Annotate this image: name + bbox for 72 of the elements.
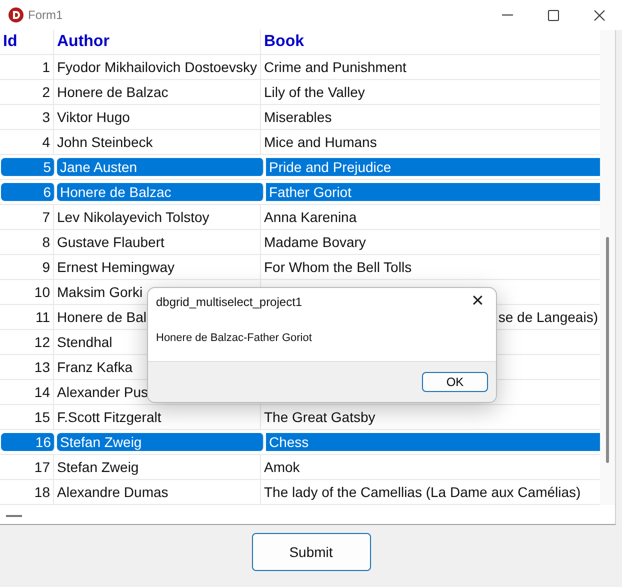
table-cell: Father Goriot	[266, 183, 600, 201]
table-cell-text: Anna Karenina	[263, 208, 358, 227]
table-row[interactable]: 4 John Steinbeck Mice and Humans	[0, 130, 600, 155]
table-row[interactable]: 18 Alexandre Dumas The lady of the Camellias (La Dame aux Camélias)	[0, 480, 600, 505]
table-cell: 17	[0, 455, 54, 479]
app-icon	[8, 7, 24, 23]
table-row[interactable]: 9 Ernest Hemingway For Whom the Bell Tolls	[0, 255, 600, 280]
table-cell: Gustave Flaubert	[54, 230, 261, 254]
table-cell: 12	[0, 330, 54, 354]
table-cell: 4	[0, 130, 54, 154]
table-cell: Chess	[266, 433, 600, 451]
table-cell-text: Amok	[263, 458, 301, 477]
table-cell: 11	[0, 305, 54, 329]
table-cell: 14	[0, 380, 54, 404]
table-cell: John Steinbeck	[54, 130, 261, 154]
ok-button[interactable]: OK	[422, 372, 488, 392]
table-cell: 5	[1, 158, 55, 176]
table-row[interactable]: 1 Fyodor Mikhailovich Dostoevsky Crime and Punishment	[0, 55, 600, 80]
table-cell: 15	[0, 405, 54, 429]
table-cell: Jane Austen	[57, 158, 264, 176]
table-cell: 18	[0, 480, 54, 504]
window-title: Form1	[28, 7, 63, 24]
table-row[interactable]: 7 Lev Nikolayevich Tolstoy Anna Karenina	[0, 205, 600, 230]
minimize-icon	[502, 14, 512, 16]
table-cell: 6	[1, 183, 55, 201]
table-cell: Alexandre Dumas	[54, 480, 261, 504]
close-icon	[594, 10, 604, 20]
table-cell: 10	[0, 280, 54, 304]
table-cell-text: se de Langeais)	[497, 308, 599, 327]
table-row[interactable]: 15 F.Scott Fitzgeralt The Great Gatsby	[0, 405, 600, 430]
table-row[interactable]: 5 Jane Austen Pride and Prejudice	[0, 155, 600, 180]
table-row[interactable]: 8 Gustave Flaubert Madame Bovary	[0, 230, 600, 255]
table-cell: 8	[0, 230, 54, 254]
maximize-icon	[548, 10, 558, 20]
scrollbar-thumb[interactable]	[606, 237, 609, 463]
table-cell-text: For Whom the Bell Tolls	[263, 258, 413, 277]
table-cell-text: The lady of the Camellias (La Dame aux Camélias)	[263, 483, 582, 502]
table-row[interactable]: 3 Viktor Hugo Miserables	[0, 105, 600, 130]
table-cell-text: The Great Gatsby	[263, 408, 376, 427]
table-cell: 2	[0, 80, 54, 104]
table-cell: 16	[1, 433, 55, 451]
vertical-scrollbar[interactable]	[600, 30, 615, 505]
table-cell: 9	[0, 255, 54, 279]
table-cell-text: Mice and Humans	[263, 133, 378, 152]
table-cell: Fyodor Mikhailovich Dostoevsky	[54, 55, 261, 79]
table-row[interactable]: 2 Honere de Balzac Lily of the Valley	[0, 80, 600, 105]
table-cell-text: Crime and Punishment	[263, 58, 408, 77]
table-cell-text: Lily of the Valley	[263, 83, 366, 102]
table-cell: F.Scott Fitzgeralt	[54, 405, 261, 429]
table-cell: Lev Nikolayevich Tolstoy	[54, 205, 261, 229]
table-row[interactable]: 17 Stefan Zweig Amok	[0, 455, 600, 480]
table-cell: Ernest Hemingway	[54, 255, 261, 279]
table-cell: Honere de Balzac	[57, 183, 264, 201]
table-cell: Viktor Hugo	[54, 105, 261, 129]
table-cell: 13	[0, 355, 54, 379]
table-row[interactable]: 6 Honere de Balzac Father Goriot	[0, 180, 600, 205]
horizontal-scrollbar[interactable]	[6, 515, 22, 517]
table-cell-text: Miserables	[263, 108, 333, 127]
column-header[interactable]: Author	[54, 30, 261, 54]
table-cell-text: Madame Bovary	[263, 233, 367, 252]
submit-button[interactable]: Submit	[252, 533, 370, 571]
close-button[interactable]: ✕	[463, 294, 492, 310]
table-cell: 7	[0, 205, 54, 229]
table-cell: Stefan Zweig	[54, 455, 261, 479]
table-cell: 3	[0, 105, 54, 129]
table-cell: Stefan Zweig	[57, 433, 264, 451]
table-row[interactable]: 16 Stefan Zweig Chess	[0, 430, 600, 455]
column-header[interactable]: Id	[0, 30, 54, 54]
table-cell: 1	[0, 55, 54, 79]
column-header[interactable]: Book	[261, 30, 600, 54]
table-cell: Honere de Balzac	[54, 80, 261, 104]
table-cell: Pride and Prejudice	[266, 158, 600, 176]
